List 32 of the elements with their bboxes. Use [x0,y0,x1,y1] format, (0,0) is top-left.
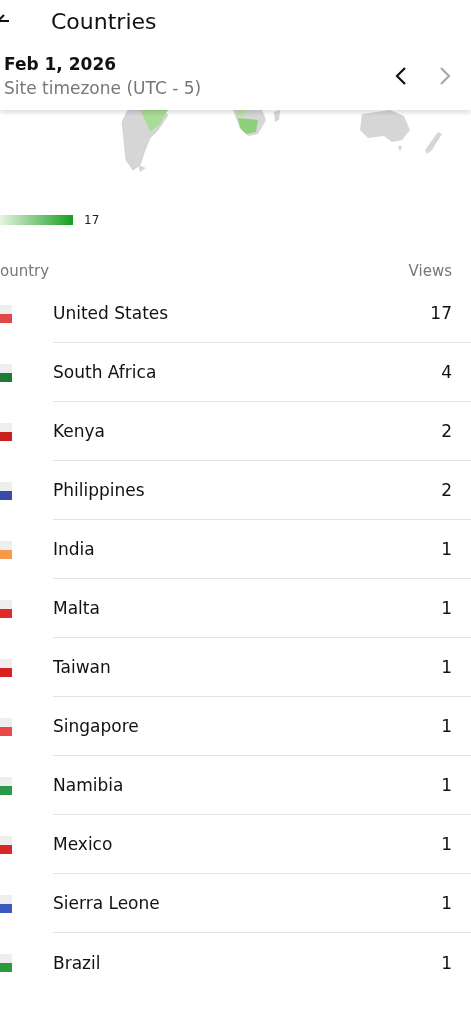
view-count: 1 [441,539,452,559]
timezone-label: Site timezone (UTC - 5) [4,78,203,98]
country-name: Kenya [53,421,106,441]
view-count: 1 [441,893,452,913]
column-header: ountry [0,262,50,280]
column-header: Views [408,262,452,280]
country-name: Singapore [53,716,140,736]
legend-max-value: 17 [84,213,100,227]
country-name: Philippines [53,480,146,500]
view-count: 4 [441,362,452,382]
country-name: Namibia [53,775,125,795]
country-name: Malta [53,598,101,618]
view-count: 2 [441,421,452,441]
view-count: 1 [441,775,452,795]
country-name: United States [53,303,170,323]
country-name: Mexico [53,834,114,854]
view-count: 17 [430,303,452,323]
view-count: 1 [441,834,452,854]
view-count: 1 [441,598,452,618]
view-count: 2 [441,480,452,500]
chevron-right-icon [439,66,451,86]
chevron-left-icon [395,66,407,86]
view-count: 1 [441,657,452,677]
view-count: 1 [441,716,452,736]
country-name: South Africa [53,362,158,382]
date-label: Feb 1, 2026 [4,54,118,74]
page-title: Countries [51,8,157,34]
country-name: Sierra Leone [53,893,161,913]
view-count: 1 [441,952,452,973]
country-name: Taiwan [53,657,112,677]
country-name: India [53,539,96,559]
country-name: Brazil [53,952,102,973]
